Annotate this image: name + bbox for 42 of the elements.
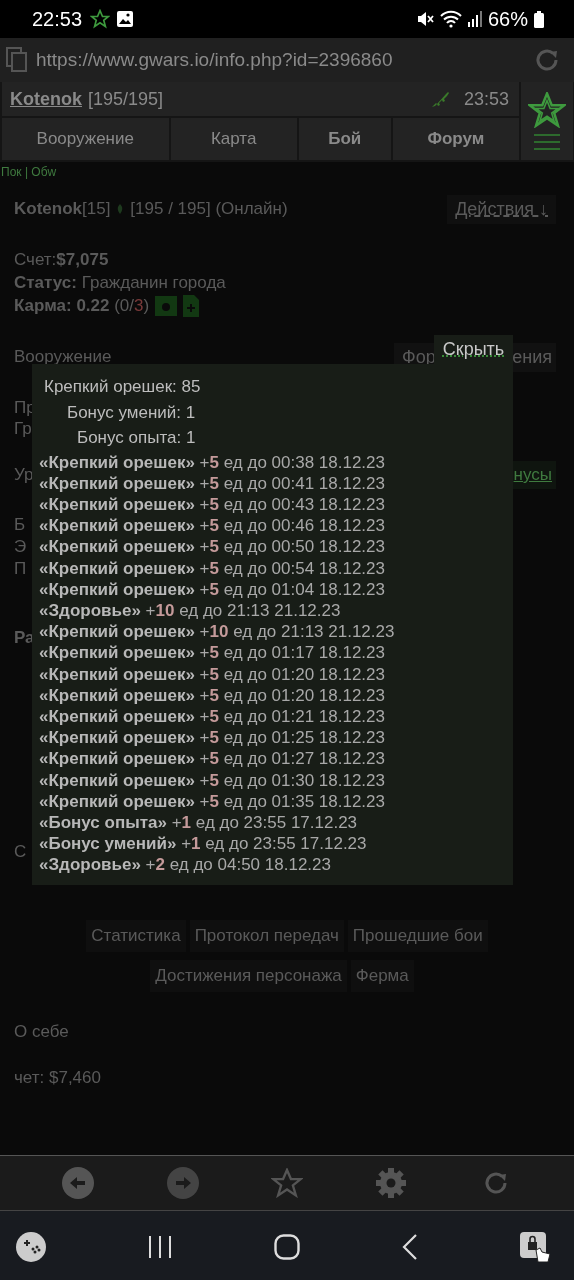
bonus-entry: «Здоровье» +10 ед до 21:13 21.12.23 (39, 599, 342, 622)
hidden-text: Гр (14, 418, 32, 439)
bonus-entry: «Бонус умений» +1 ед до 23:55 17.12.23 (39, 833, 368, 855)
bonus-entry: «Бонус опыта» +1 ед до 23:55 17.12.23 (39, 811, 359, 834)
server-time: 23:53 (463, 88, 509, 110)
stat-text: Бонус опыта: 1 (76, 427, 197, 449)
bonus-entry: «Крепкий орешек» +5 ед до 00:46 18.12.23 (39, 515, 386, 537)
bonus-entry: «Здоровье» +2 ед до 04:50 18.12.23 (39, 854, 332, 876)
hidden-text: Б (14, 514, 26, 536)
bonus-entry: «Крепкий орешек» +5 ед до 01:17 18.12.23 (39, 642, 386, 664)
battery-percent: 66% (487, 7, 528, 31)
hidden-text: Ур (14, 465, 34, 485)
bonus-entry: «Крепкий орешек» +5 ед до 01:04 18.12.23 (39, 578, 386, 600)
bonus-entry: «Крепкий орешек» +5 ед до 01:20 18.12.23 (39, 663, 386, 685)
bonus-entry: «Крепкий орешек» +5 ед до 01:21 18.12.23 (39, 705, 386, 728)
bonus-entry: «Крепкий орешек» +5 ед до 00:50 18.12.23 (39, 536, 386, 558)
bonus-entry: «Крепкий орешек» +5 ед до 01:27 18.12.23 (39, 748, 386, 770)
hidden-text: П (14, 558, 27, 580)
health-status: [195 / 195] (Онлайн) (130, 199, 288, 219)
stat-text: Бонус умений: 1 (66, 401, 197, 424)
hidden-text: Э (14, 536, 27, 558)
bonus-entry: «Крепкий орешек» +5 ед до 00:43 18.12.23 (39, 493, 386, 516)
karma-text: Карма: 0.22 (0/3) (14, 295, 150, 317)
about-heading: О себе (13, 1022, 70, 1042)
account-text: Счет:$7,075 (14, 249, 110, 271)
bonus-entry: «Крепкий орешек» +10 ед до 21:13 21.12.23 (39, 621, 396, 643)
health-text: [195/195] (88, 88, 164, 110)
player-title: Kotenok[15] (14, 199, 111, 219)
account-text: чет: $7,460 (13, 1068, 102, 1088)
section-title: Вооружение (14, 347, 112, 367)
bonus-entry: «Крепкий орешек» +5 ед до 01:35 18.12.23 (39, 790, 386, 812)
bonus-entry: «Крепкий орешек» +5 ед до 00:41 18.12.23 (39, 472, 386, 494)
bonus-entry: «Крепкий орешек» +5 ед до 01:20 18.12.23 (39, 684, 386, 706)
hidden-text: С (14, 842, 27, 862)
clock-time: 22:53 (32, 7, 83, 31)
stat-text: Крепкий орешек: 85 (43, 376, 202, 398)
bonus-entry: «Крепкий орешек» +5 ед до 01:30 18.12.23 (39, 769, 386, 791)
bonus-entry: «Крепкий орешек» +5 ед до 00:54 18.12.23 (39, 557, 386, 579)
bonus-entry: «Крепкий орешек» +5 ед до 00:38 18.12.23 (39, 451, 386, 473)
bonus-entry: «Крепкий орешек» +5 ед до 01:25 18.12.23 (39, 727, 386, 749)
breadcrumb-text: Пок | Обw (0, 164, 58, 181)
status-text: Статус: Гражданин города (14, 272, 227, 294)
